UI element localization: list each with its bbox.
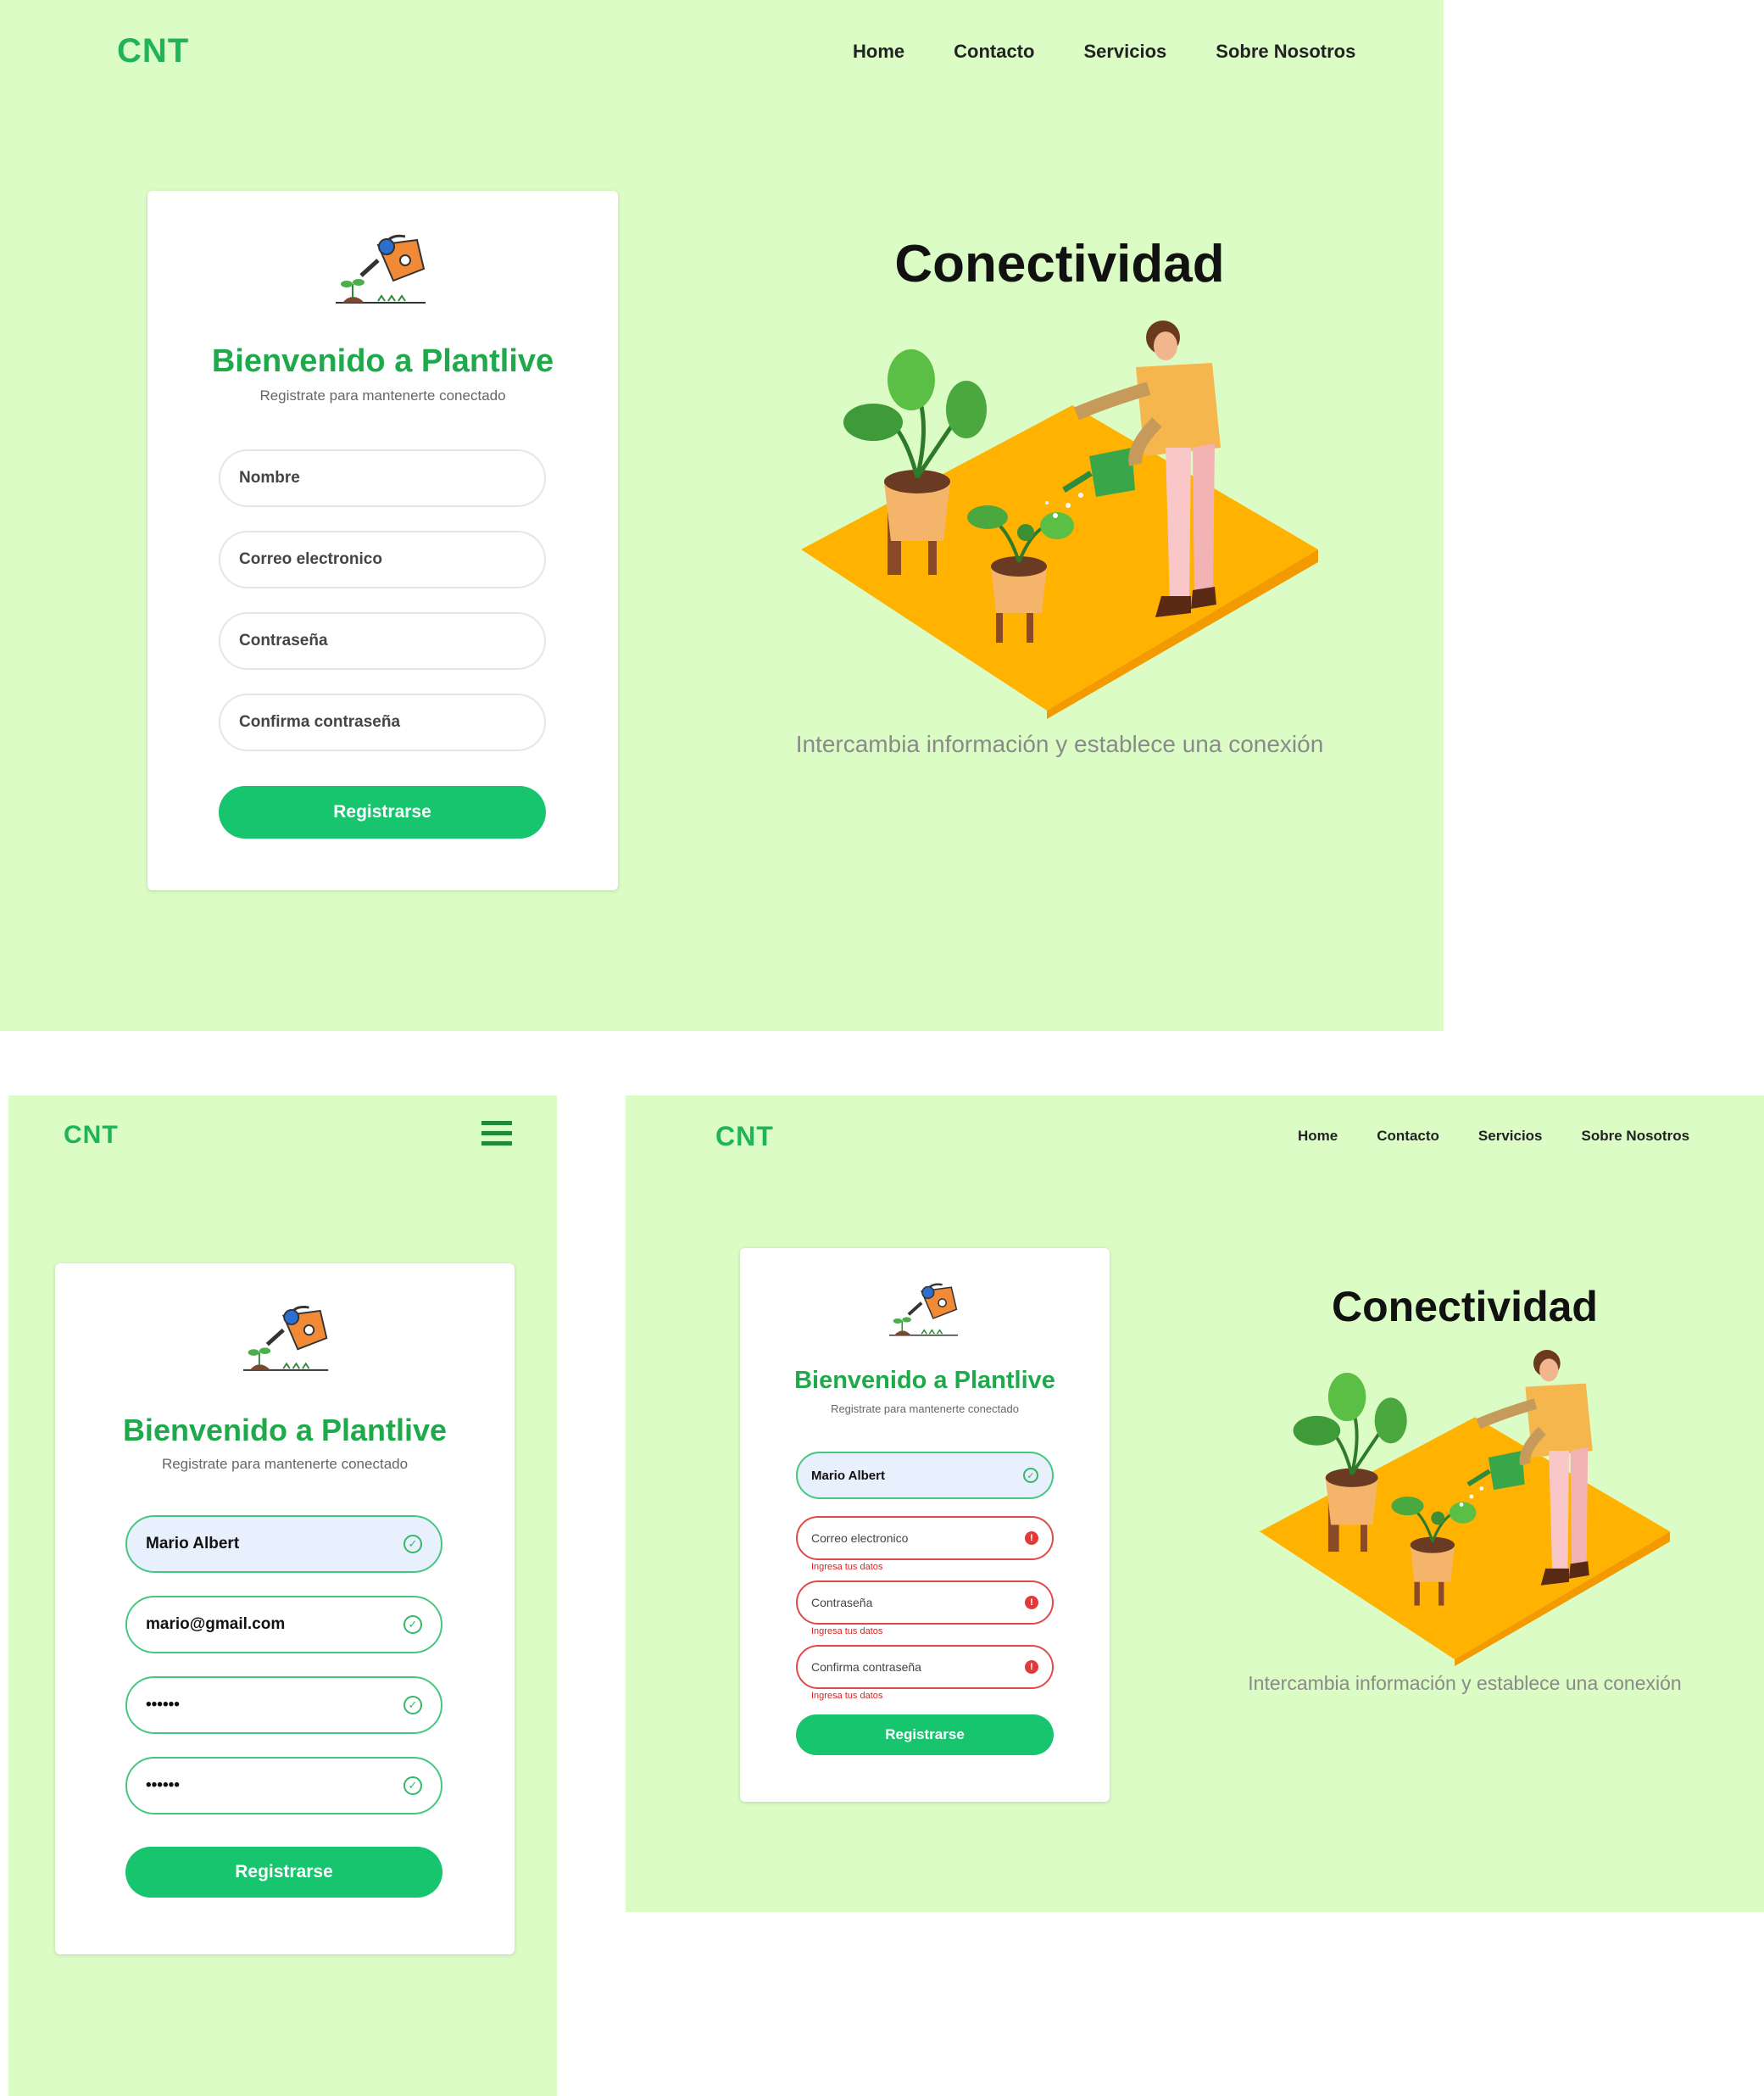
email-field[interactable]: mario@gmail.com ✓ — [125, 1596, 442, 1653]
email-field[interactable]: Correo electronico — [219, 531, 546, 588]
password-field[interactable]: Contraseña — [219, 612, 546, 670]
error-circle-icon: ! — [1025, 1660, 1038, 1674]
register-button[interactable]: Registrarse — [125, 1847, 442, 1898]
error-circle-icon: ! — [1025, 1531, 1038, 1545]
check-circle-icon: ✓ — [403, 1696, 422, 1714]
hero-title: Conectividad — [1332, 1283, 1598, 1330]
card-subtitle: Registrate para mantenerte conectado — [161, 1456, 409, 1472]
check-circle-icon: ✓ — [403, 1535, 422, 1553]
confirm-password-value: •••••• — [146, 1776, 180, 1794]
main-nav: Home Contacto Servicios Sobre Nosotros — [1298, 1128, 1689, 1145]
hero-subtitle: Intercambia información y establece una … — [795, 731, 1324, 757]
confirm-password-field[interactable]: •••••• ✓ — [125, 1757, 442, 1814]
hero-subtitle: Intercambia información y establece una … — [1248, 1672, 1682, 1694]
brand-logo[interactable]: CNT — [715, 1121, 774, 1152]
check-circle-icon: ✓ — [403, 1776, 422, 1795]
register-button[interactable]: Registrarse — [796, 1714, 1054, 1755]
card-title: Bienvenido a Plantlive — [211, 343, 554, 379]
confirm-password-placeholder: Confirma contraseña — [239, 713, 401, 731]
email-error-message: Ingresa tus datos — [811, 1562, 883, 1572]
confirm-password-error-message: Ingresa tus datos — [811, 1691, 883, 1701]
card-title: Bienvenido a Plantlive — [794, 1367, 1055, 1394]
watering-can-logo — [243, 1306, 329, 1371]
confirm-password-field[interactable]: Confirma contraseña — [219, 694, 546, 751]
password-placeholder: Contraseña — [811, 1596, 873, 1609]
nav-servicios[interactable]: Servicios — [1083, 41, 1166, 63]
card-subtitle: Registrate para mantenerte conectado — [259, 387, 506, 404]
error-circle-icon: ! — [1025, 1596, 1038, 1609]
nav-home[interactable]: Home — [1298, 1128, 1338, 1145]
name-value: Mario Albert — [811, 1468, 885, 1483]
brand-logo[interactable]: CNT — [64, 1121, 119, 1150]
name-field[interactable]: Mario Albert ✓ — [125, 1515, 442, 1573]
confirm-password-placeholder: Confirma contraseña — [811, 1660, 921, 1674]
tablet-view: CNT Home Contacto Servicios Sobre Nosotr… — [626, 1095, 1764, 1912]
hero-title: Conectividad — [894, 235, 1225, 293]
main-nav: Home Contacto Servicios Sobre Nosotros — [853, 41, 1355, 63]
brand-logo[interactable]: CNT — [117, 32, 189, 70]
register-card: Bienvenido a Plantlive Registrate para m… — [55, 1263, 515, 1954]
email-field[interactable]: Correo electronico ! — [796, 1516, 1054, 1560]
email-placeholder: Correo electronico — [239, 550, 382, 568]
hamburger-menu-icon[interactable] — [481, 1121, 512, 1146]
password-placeholder: Contraseña — [239, 632, 328, 649]
nav-contacto[interactable]: Contacto — [954, 41, 1034, 63]
email-placeholder: Correo electronico — [811, 1531, 909, 1545]
card-subtitle: Registrate para mantenerte conectado — [831, 1402, 1019, 1415]
nav-contacto[interactable]: Contacto — [1377, 1128, 1439, 1145]
name-value: Mario Albert — [146, 1535, 240, 1552]
confirm-password-field[interactable]: Confirma contraseña ! — [796, 1645, 1054, 1689]
password-field[interactable]: •••••• ✓ — [125, 1676, 442, 1734]
nav-sobre-nosotros[interactable]: Sobre Nosotros — [1582, 1128, 1690, 1145]
register-card: Bienvenido a Plantlive Registrate para m… — [740, 1248, 1110, 1802]
nav-sobre-nosotros[interactable]: Sobre Nosotros — [1216, 41, 1355, 63]
gardener-illustration — [801, 321, 1318, 719]
email-value: mario@gmail.com — [146, 1615, 286, 1633]
check-circle-icon: ✓ — [1023, 1468, 1038, 1483]
register-button[interactable]: Registrarse — [219, 786, 546, 839]
card-title: Bienvenido a Plantlive — [122, 1413, 448, 1447]
check-circle-icon: ✓ — [403, 1615, 422, 1634]
password-field[interactable]: Contraseña ! — [796, 1580, 1054, 1625]
password-value: •••••• — [146, 1696, 180, 1714]
mobile-view: CNT Bienvenido a Plantlive Registrate pa… — [8, 1095, 557, 2096]
watering-can-logo — [336, 234, 426, 304]
name-field[interactable]: Nombre — [219, 449, 546, 507]
gardener-illustration — [1259, 1350, 1671, 1666]
name-placeholder: Nombre — [239, 469, 300, 487]
register-card: Bienvenido a Plantlive Registrate para m… — [147, 191, 618, 890]
nav-home[interactable]: Home — [853, 41, 904, 63]
nav-servicios[interactable]: Servicios — [1478, 1128, 1543, 1145]
name-field[interactable]: Mario Albert ✓ — [796, 1452, 1054, 1499]
watering-can-logo — [889, 1283, 958, 1336]
password-error-message: Ingresa tus datos — [811, 1626, 883, 1636]
desktop-view: CNT Home Contacto Servicios Sobre Nosotr… — [0, 0, 1444, 1031]
